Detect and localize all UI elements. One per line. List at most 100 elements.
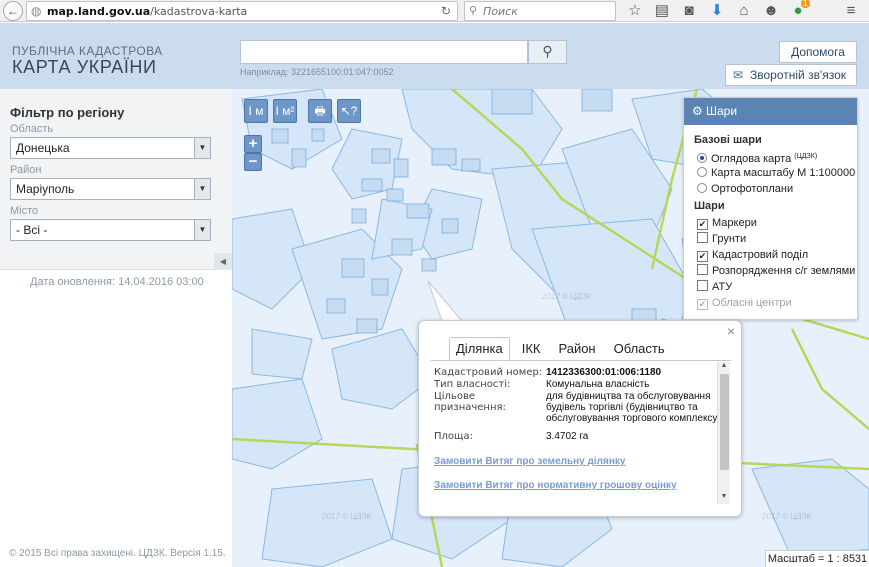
popup-scrollbar[interactable]: ▲ ▼ bbox=[717, 362, 730, 504]
order-parcel-extract-link[interactable]: Замовити Витяг про земельну ділянку bbox=[434, 456, 625, 467]
layers-title: Шари bbox=[706, 104, 738, 118]
ownership-value: Комунальна власність bbox=[546, 379, 650, 390]
tab-district[interactable]: Район bbox=[552, 338, 601, 362]
print-button[interactable]: 🖶 bbox=[308, 99, 332, 123]
chevron-down-icon: ▼ bbox=[194, 220, 210, 240]
scroll-down-icon[interactable]: ▼ bbox=[718, 493, 730, 503]
purpose-value: для будівництва та обслуговування будіве… bbox=[546, 391, 721, 424]
scroll-thumb[interactable] bbox=[720, 374, 729, 470]
identify-button[interactable]: ↖? bbox=[337, 99, 361, 123]
area-label: Площа: bbox=[434, 431, 473, 442]
scroll-up-icon[interactable]: ▲ bbox=[718, 362, 730, 372]
radio-icon bbox=[697, 167, 707, 177]
cadastral-number-value: 1412336300:01:006:1180 bbox=[546, 367, 662, 378]
collapse-panel-button[interactable]: ◀ bbox=[214, 253, 232, 270]
chevron-down-icon: ▼ bbox=[194, 138, 210, 158]
extension-icon[interactable]: ● 1 bbox=[788, 0, 810, 21]
bookmark-star-icon[interactable]: ☆ bbox=[625, 1, 645, 21]
cadastral-number-label: Кадастровий номер: bbox=[434, 367, 543, 378]
region-filter: Фільтр по регіону Область Донецька ▼ Райо… bbox=[0, 89, 232, 270]
search-button[interactable]: ⚲ bbox=[528, 40, 567, 64]
globe-icon: ◍ bbox=[31, 4, 42, 18]
base-layer-map-100000[interactable]: Карта масштабу М 1:100000 bbox=[697, 166, 855, 180]
tab-ikk[interactable]: ІКК bbox=[516, 338, 547, 362]
address-bar[interactable]: ◍ map.land.gov.ua/kadastrova-karta ↻ bbox=[26, 1, 458, 21]
district-label: Район bbox=[10, 164, 42, 176]
order-valuation-extract-link[interactable]: Замовити Витяг про нормативну грошову оц… bbox=[434, 480, 677, 491]
search-icon: ⚲ bbox=[542, 43, 553, 59]
tab-divider bbox=[431, 360, 731, 361]
url-text: map.land.gov.ua/kadastrova-karta bbox=[47, 5, 247, 18]
city-value: - Всі - bbox=[16, 223, 48, 237]
layers-header[interactable]: ⚙ Шари bbox=[684, 98, 857, 125]
filter-title: Фільтр по регіону bbox=[10, 105, 125, 120]
base-layer-overview[interactable]: Оглядова карта (ЦДЗК) bbox=[697, 150, 817, 165]
logo-line1: ПУБЛІЧНА КАДАСТРОВА bbox=[12, 44, 163, 58]
checkbox-icon bbox=[697, 264, 708, 275]
browser-search-input[interactable] bbox=[483, 4, 613, 19]
radio-icon bbox=[697, 183, 707, 193]
city-select[interactable]: - Всі - ▼ bbox=[10, 219, 211, 241]
home-icon[interactable]: ⌂ bbox=[734, 1, 754, 21]
layers-panel: ⚙ Шари Базові шари Оглядова карта (ЦДЗК) … bbox=[683, 97, 858, 320]
feedback-button[interactable]: ✉ Зворотній зв'язок bbox=[725, 64, 857, 86]
ownership-label: Тип власності: bbox=[434, 379, 511, 390]
zoom-in-button[interactable]: + bbox=[244, 135, 262, 153]
reload-icon[interactable]: ↻ bbox=[441, 4, 451, 18]
menu-icon[interactable]: ≡ bbox=[841, 1, 861, 21]
url-path: /kadastrova-karta bbox=[150, 5, 248, 18]
chat-icon[interactable]: ☻ bbox=[761, 1, 781, 21]
layer-cadastral-division[interactable]: ✔ Кадастровий поділ bbox=[697, 248, 808, 262]
zoom-out-button[interactable]: − bbox=[244, 153, 262, 171]
radio-selected-icon bbox=[697, 153, 707, 163]
measure-distance-button[interactable]: I м bbox=[244, 99, 268, 123]
close-icon[interactable]: × bbox=[727, 323, 735, 339]
layer-markers[interactable]: ✔ Маркери bbox=[697, 216, 757, 230]
measure-area-button[interactable]: I м² bbox=[273, 99, 297, 123]
checkbox-checked-icon: ✔ bbox=[697, 251, 708, 262]
update-date: Дата оновлення: 14.04.2016 03:00 bbox=[30, 276, 204, 288]
tab-parcel[interactable]: Ділянка bbox=[449, 337, 510, 361]
checkbox-icon bbox=[697, 232, 708, 243]
layer-agri-land[interactable]: Розпорядження с/г землями bbox=[697, 264, 855, 278]
base-layer-orthophoto[interactable]: Ортофотоплани bbox=[697, 182, 793, 196]
base-layers-title: Базові шари bbox=[694, 134, 762, 146]
tab-region[interactable]: Область bbox=[608, 338, 671, 362]
notification-badge: 1 bbox=[800, 0, 810, 8]
popup-tabs: Ділянка ІКК Район Область bbox=[449, 337, 677, 361]
purpose-label: Цільове призначення: bbox=[434, 391, 506, 413]
map-watermark: 2017 © ЦДЗК bbox=[541, 292, 592, 301]
feedback-label: Зворотній зв'язок bbox=[750, 68, 847, 82]
browser-search-box[interactable]: ⚲ bbox=[464, 1, 616, 21]
layer-atu[interactable]: АТУ bbox=[697, 280, 732, 294]
area-value: 3.4702 га bbox=[546, 431, 589, 442]
layer-regional-centers: ✔ Обласні центри bbox=[697, 297, 792, 310]
region-label: Область bbox=[10, 123, 54, 135]
parcel-details: Кадастровий номер: 1412336300:01:006:118… bbox=[434, 365, 731, 505]
checkbox-checked-icon: ✔ bbox=[697, 219, 708, 230]
copyright: © 2015 Всі права захищені. ЦДЗК. Версія … bbox=[9, 548, 226, 559]
back-arrow-icon[interactable]: ← bbox=[3, 1, 23, 21]
download-icon[interactable]: ⬇ bbox=[707, 1, 727, 21]
browser-toolbar: ← ◍ map.land.gov.ua/kadastrova-karta ↻ ⚲… bbox=[0, 0, 869, 22]
help-button[interactable]: Допомога bbox=[779, 41, 857, 63]
checkbox-icon bbox=[697, 280, 708, 291]
region-select[interactable]: Донецька ▼ bbox=[10, 137, 211, 159]
district-select[interactable]: Маріуполь ▼ bbox=[10, 178, 211, 200]
search-example: Наприклад: 3221655100:01:047:0052 bbox=[240, 67, 394, 77]
pocket-icon[interactable]: ◙ bbox=[679, 1, 699, 21]
checkbox-checked-disabled-icon: ✔ bbox=[697, 299, 708, 310]
parcel-info-popup: × Ділянка ІКК Район Область Кадастровий ном… bbox=[418, 320, 742, 517]
layers-section-title: Шари bbox=[694, 200, 725, 212]
map-watermark: 2017 © ЦДЗК bbox=[321, 512, 372, 521]
url-host: map.land.gov.ua bbox=[47, 5, 151, 18]
city-label: Місто bbox=[10, 205, 39, 217]
cadastre-search-input[interactable] bbox=[240, 40, 528, 64]
layer-soils[interactable]: Грунти bbox=[697, 232, 746, 246]
gear-icon: ⚙ bbox=[692, 104, 703, 118]
reading-list-icon[interactable]: ▤ bbox=[652, 1, 672, 21]
envelope-icon: ✉ bbox=[732, 68, 744, 82]
site-header: ПУБЛІЧНА КАДАСТРОВА КАРТА УКРАЇНИ ⚲ Напр… bbox=[0, 23, 869, 89]
map-watermark: 2017 © ЦДЗК bbox=[761, 512, 812, 521]
search-icon: ⚲ bbox=[469, 5, 478, 17]
